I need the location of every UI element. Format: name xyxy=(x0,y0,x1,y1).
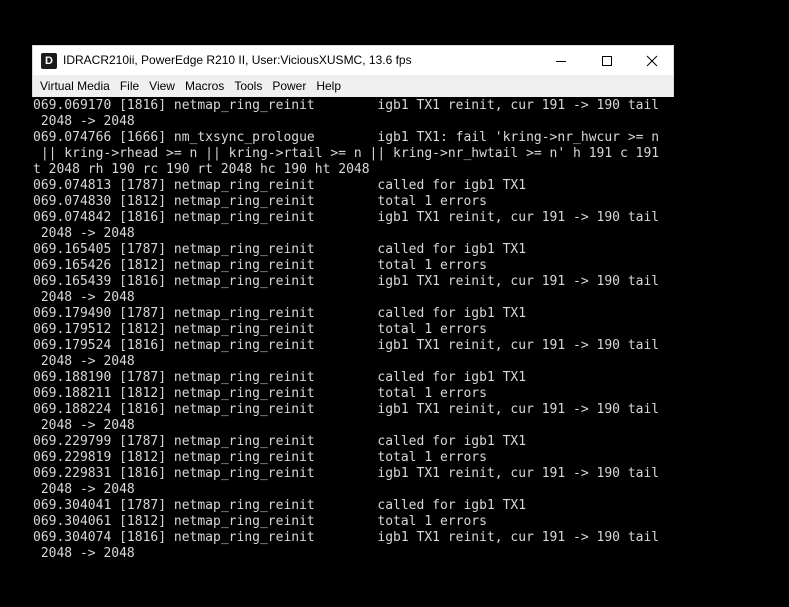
console-line: 069.304074 [1816] netmap_ring_reinit igb… xyxy=(33,530,660,545)
title-bar[interactable]: D IDRACR210ii, PowerEdge R210 II, User:V… xyxy=(32,45,674,75)
console-line: 069.188224 [1816] netmap_ring_reinit igb… xyxy=(33,402,660,417)
console-line: 069.069170 [1816] netmap_ring_reinit igb… xyxy=(33,98,660,113)
minimize-icon xyxy=(556,60,566,62)
close-icon xyxy=(646,55,658,66)
console-line: 2048 -> 2048 xyxy=(33,546,135,561)
console-line: 069.304041 [1787] netmap_ring_reinit cal… xyxy=(33,498,527,513)
close-button[interactable] xyxy=(629,46,675,75)
console-line: 2048 -> 2048 xyxy=(33,482,135,497)
console-line: 2048 -> 2048 xyxy=(33,354,135,369)
console-line: || kring->rhead >= n || kring->rtail >= … xyxy=(33,146,660,161)
window-title: IDRACR210ii, PowerEdge R210 II, User:Vic… xyxy=(63,53,412,67)
menu-power[interactable]: Power xyxy=(267,77,311,95)
console-line: 069.165426 [1812] netmap_ring_reinit tot… xyxy=(33,258,487,273)
console-line: 069.229831 [1816] netmap_ring_reinit igb… xyxy=(33,466,660,481)
console-line: 069.188211 [1812] netmap_ring_reinit tot… xyxy=(33,386,487,401)
console-line: 069.179490 [1787] netmap_ring_reinit cal… xyxy=(33,306,527,321)
console-line: 069.179512 [1812] netmap_ring_reinit tot… xyxy=(33,322,487,337)
kvm-console-window: D IDRACR210ii, PowerEdge R210 II, User:V… xyxy=(32,45,674,579)
console-line: 069.074813 [1787] netmap_ring_reinit cal… xyxy=(33,178,527,193)
menu-file[interactable]: File xyxy=(115,77,144,95)
menu-tools[interactable]: Tools xyxy=(229,77,267,95)
menu-macros[interactable]: Macros xyxy=(180,77,229,95)
console-line: 069.179524 [1816] netmap_ring_reinit igb… xyxy=(33,338,660,353)
console-line: 2048 -> 2048 xyxy=(33,418,135,433)
console-line: 069.304061 [1812] netmap_ring_reinit tot… xyxy=(33,514,487,529)
menu-bar: Virtual Media File View Macros Tools Pow… xyxy=(32,75,674,97)
maximize-button[interactable] xyxy=(584,46,630,75)
console-line: 069.165405 [1787] netmap_ring_reinit cal… xyxy=(33,242,527,257)
console-line: 069.165439 [1816] netmap_ring_reinit igb… xyxy=(33,274,660,289)
console-line: 069.229799 [1787] netmap_ring_reinit cal… xyxy=(33,434,527,449)
maximize-icon xyxy=(602,55,612,66)
console-line: t 2048 rh 190 rc 190 rt 2048 hc 190 ht 2… xyxy=(33,162,370,177)
minimize-button[interactable] xyxy=(538,46,584,75)
console-line: 069.074830 [1812] netmap_ring_reinit tot… xyxy=(33,194,487,209)
console-line: 069.074766 [1666] nm_txsync_prologue igb… xyxy=(33,130,660,145)
console-line: 2048 -> 2048 xyxy=(33,226,135,241)
console-line: 2048 -> 2048 xyxy=(33,290,135,305)
remote-console-screen[interactable]: 069.069170 [1816] netmap_ring_reinit igb… xyxy=(32,97,674,579)
console-line: 069.229819 [1812] netmap_ring_reinit tot… xyxy=(33,450,487,465)
console-line: 069.188190 [1787] netmap_ring_reinit cal… xyxy=(33,370,527,385)
menu-help[interactable]: Help xyxy=(311,77,346,95)
idrac-app-icon: D xyxy=(41,53,57,69)
console-output: 069.069170 [1816] netmap_ring_reinit igb… xyxy=(33,98,673,562)
console-line: 2048 -> 2048 xyxy=(33,114,135,129)
menu-view[interactable]: View xyxy=(144,77,180,95)
menu-virtual-media[interactable]: Virtual Media xyxy=(35,77,115,95)
console-line: 069.074842 [1816] netmap_ring_reinit igb… xyxy=(33,210,660,225)
